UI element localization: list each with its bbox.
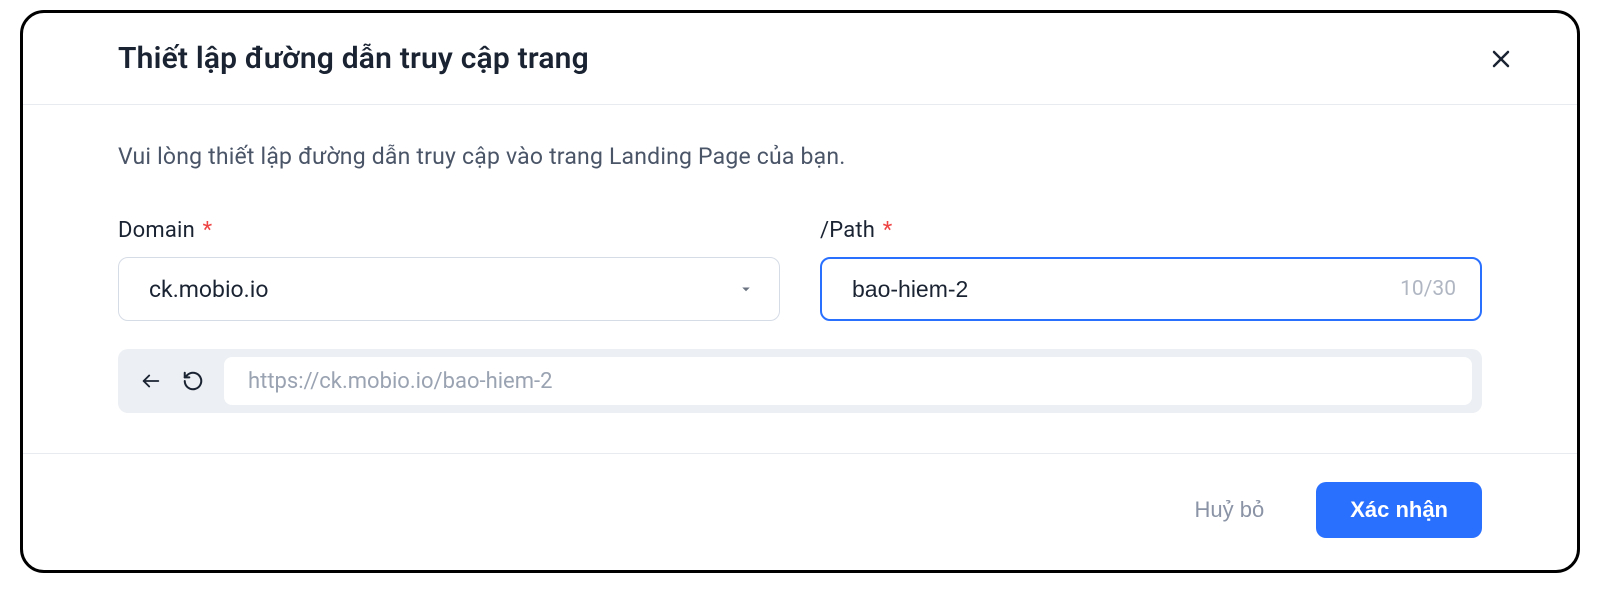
modal-body: Vui lòng thiết lập đường dẫn truy cập và… <box>23 105 1577 453</box>
domain-select[interactable]: ck.mobio.io <box>118 257 780 321</box>
domain-value: ck.mobio.io <box>149 276 737 303</box>
required-mark: * <box>197 218 212 243</box>
cancel-button[interactable]: Huỷ bỏ <box>1160 482 1298 538</box>
path-field-group: /Path * 10/30 <box>820 218 1482 321</box>
path-char-count: 10/30 <box>1400 277 1456 301</box>
path-label: /Path * <box>820 218 1482 243</box>
domain-label-text: Domain <box>118 218 195 243</box>
modal-header: Thiết lập đường dẫn truy cập trang <box>23 13 1577 105</box>
modal-description: Vui lòng thiết lập đường dẫn truy cập và… <box>118 143 1482 170</box>
reload-icon <box>182 370 204 392</box>
domain-label: Domain * <box>118 218 780 243</box>
path-input[interactable] <box>852 276 1400 303</box>
url-preview-bar: https://ck.mobio.io/bao-hiem-2 <box>118 349 1482 413</box>
fields-row: Domain * ck.mobio.io /Path * 10/30 <box>118 218 1482 321</box>
path-input-wrapper: 10/30 <box>820 257 1482 321</box>
close-icon <box>1489 47 1513 71</box>
close-button[interactable] <box>1485 43 1517 75</box>
url-setup-modal: Thiết lập đường dẫn truy cập trang Vui l… <box>20 10 1580 573</box>
required-mark: * <box>877 218 892 243</box>
domain-field-group: Domain * ck.mobio.io <box>118 218 780 321</box>
modal-title: Thiết lập đường dẫn truy cập trang <box>118 41 589 76</box>
confirm-button[interactable]: Xác nhận <box>1316 482 1482 538</box>
back-button[interactable] <box>140 370 162 392</box>
path-label-text: /Path <box>820 218 875 243</box>
url-display: https://ck.mobio.io/bao-hiem-2 <box>224 357 1472 405</box>
arrow-left-icon <box>140 370 162 392</box>
chevron-down-icon <box>737 280 755 298</box>
reload-button[interactable] <box>182 370 204 392</box>
modal-footer: Huỷ bỏ Xác nhận <box>23 453 1577 570</box>
